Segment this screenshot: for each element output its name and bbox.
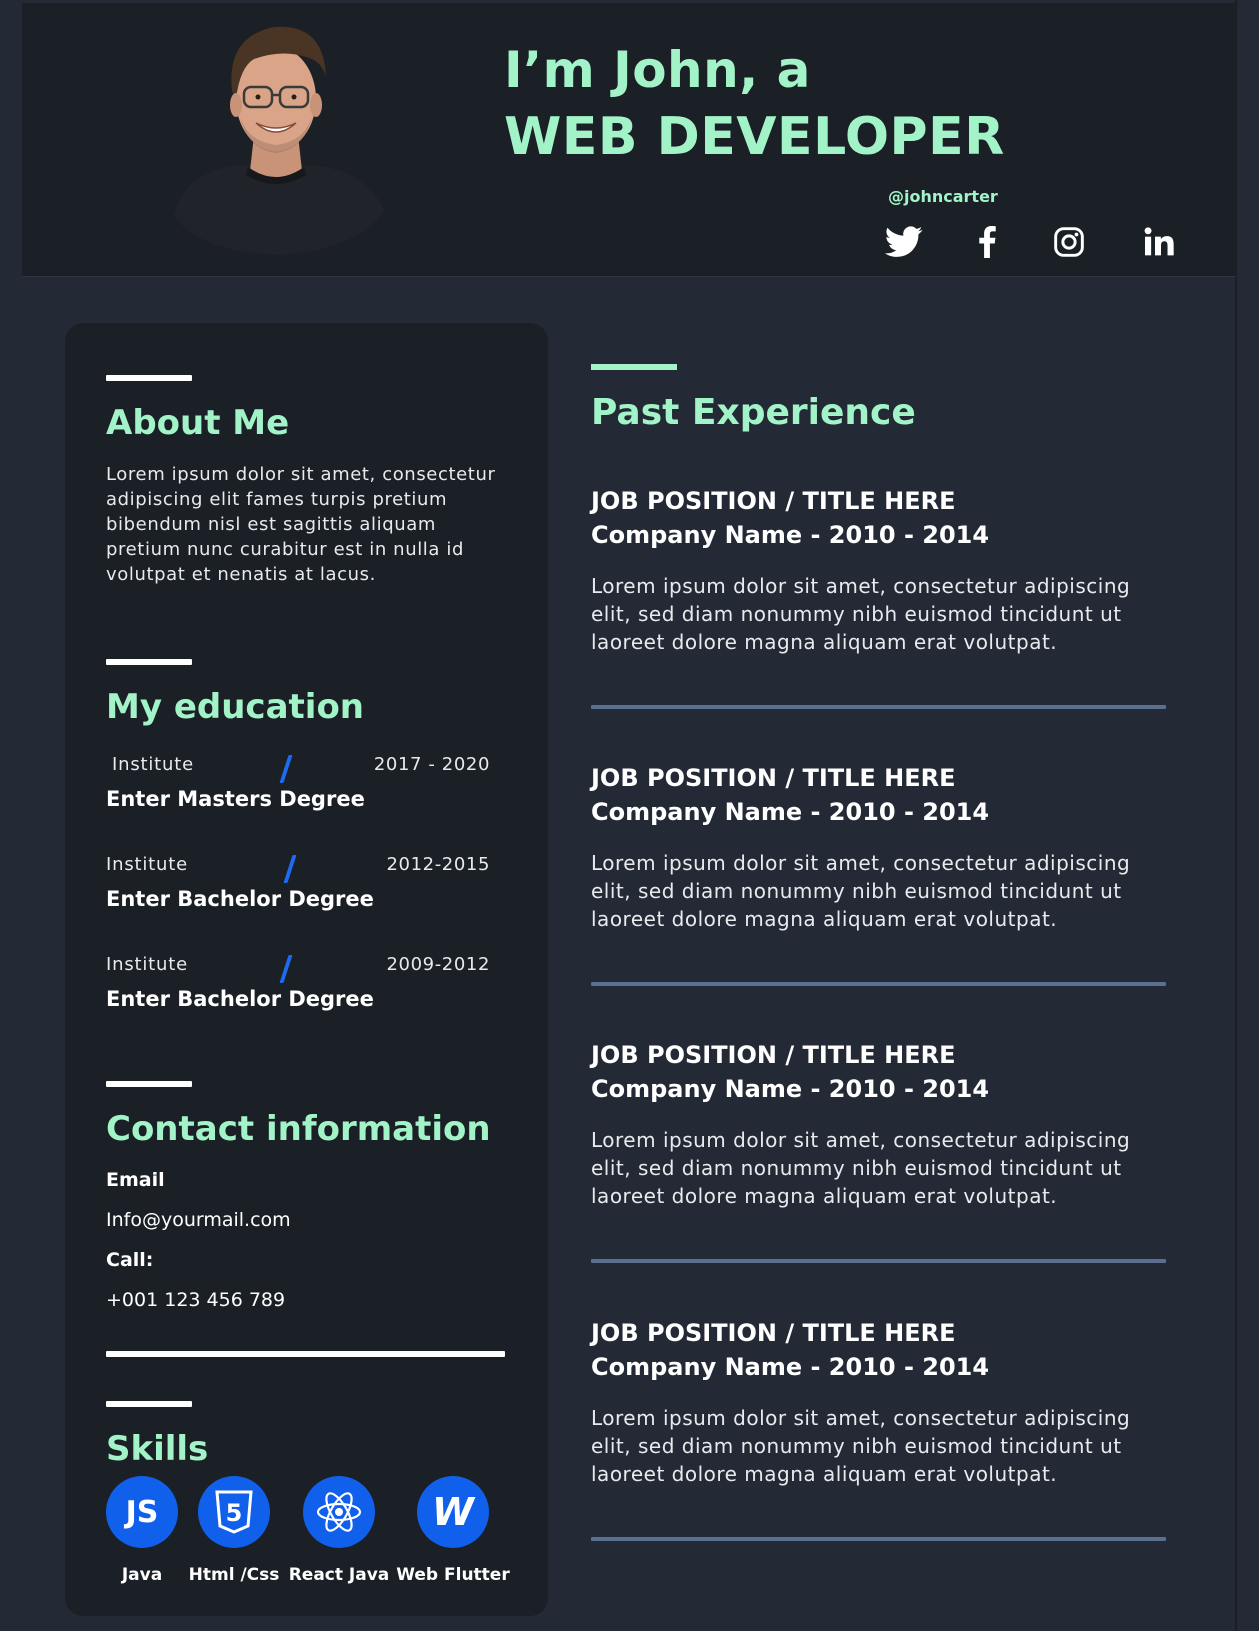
javascript-icon: JS xyxy=(106,1476,178,1548)
skill-label: Html /Css xyxy=(188,1565,280,1585)
contact-accent-bar xyxy=(106,1081,192,1087)
job-entry: JOB POSITION / TITLE HERE Company Name -… xyxy=(591,484,1171,656)
skill-label: Web Flutter xyxy=(396,1565,510,1585)
education-separator xyxy=(283,855,297,883)
instagram-icon[interactable] xyxy=(1048,221,1090,263)
education-degree: Enter Masters Degree xyxy=(106,787,365,811)
job-company: Company Name - 2010 - 2014 xyxy=(591,1075,990,1103)
about-text: Lorem ipsum dolor sit amet, consectetur … xyxy=(106,464,496,585)
job-title: JOB POSITION / TITLE HERE xyxy=(591,764,956,792)
education-years: 2012-2015 xyxy=(386,854,490,875)
education-institute: Institute xyxy=(106,954,188,975)
react-icon xyxy=(303,1476,375,1548)
job-description: Lorem ipsum dolor sit amet, consectetur … xyxy=(591,851,1131,931)
education-separator xyxy=(279,955,293,983)
education-years: 2009-2012 xyxy=(386,954,490,975)
job-company: Company Name - 2010 - 2014 xyxy=(591,1353,990,1381)
job-divider xyxy=(591,982,1166,986)
call-label: Call: xyxy=(106,1249,154,1271)
education-title: My education xyxy=(106,687,365,727)
job-description: Lorem ipsum dolor sit amet, consectetur … xyxy=(591,1406,1131,1486)
email-value[interactable]: Info@yourmail.com xyxy=(106,1209,291,1231)
html5-icon: 5 xyxy=(198,1476,270,1548)
hero-role: WEB DEVELOPER xyxy=(504,107,1005,167)
job-description: Lorem ipsum dolor sit amet, consectetur … xyxy=(591,1128,1131,1208)
job-divider xyxy=(591,1259,1166,1263)
job-divider xyxy=(591,1537,1166,1541)
contact-divider xyxy=(106,1351,505,1357)
education-degree: Enter Bachelor Degree xyxy=(106,887,374,911)
education-years: 2017 - 2020 xyxy=(373,754,490,775)
webflow-icon: W xyxy=(417,1476,489,1548)
resume-page: I’m John, a WEB DEVELOPER @johncarter Ab… xyxy=(0,0,1259,1631)
education-accent-bar xyxy=(106,659,192,665)
job-entry: JOB POSITION / TITLE HERE Company Name -… xyxy=(591,1316,1171,1488)
email-label: Email xyxy=(106,1169,165,1191)
sidebar-card: About Me Lorem ipsum dolor sit amet, con… xyxy=(65,323,548,1616)
svg-text:5: 5 xyxy=(226,1499,243,1527)
job-entry: JOB POSITION / TITLE HERE Company Name -… xyxy=(591,1038,1171,1210)
experience-title: Past Experience xyxy=(591,392,916,433)
hero-greeting: I’m John, a xyxy=(504,41,811,99)
job-title: JOB POSITION / TITLE HERE xyxy=(591,487,956,515)
education-institute: Institute xyxy=(106,854,188,875)
facebook-icon[interactable] xyxy=(966,221,1008,263)
linkedin-icon[interactable] xyxy=(1138,221,1180,263)
about-title: About Me xyxy=(106,403,290,443)
skills-title: Skills xyxy=(106,1429,209,1469)
job-title: JOB POSITION / TITLE HERE xyxy=(591,1041,956,1069)
skill-label: React Java xyxy=(288,1565,390,1585)
education-degree: Enter Bachelor Degree xyxy=(106,987,374,1011)
job-description: Lorem ipsum dolor sit amet, consectetur … xyxy=(591,574,1131,654)
job-divider xyxy=(591,705,1166,709)
job-title: JOB POSITION / TITLE HERE xyxy=(591,1319,956,1347)
phone-value[interactable]: +001 123 456 789 xyxy=(106,1289,285,1311)
job-company: Company Name - 2010 - 2014 xyxy=(591,521,990,549)
social-handle[interactable]: @johncarter xyxy=(888,187,998,206)
education-separator xyxy=(279,755,293,783)
twitter-icon[interactable] xyxy=(883,221,925,263)
avatar xyxy=(156,15,396,255)
experience-accent-bar xyxy=(591,364,677,370)
header: I’m John, a WEB DEVELOPER @johncarter xyxy=(22,3,1236,277)
about-accent-bar xyxy=(106,375,192,381)
skill-label: Java xyxy=(121,1565,163,1585)
job-company: Company Name - 2010 - 2014 xyxy=(591,798,990,826)
education-institute: Institute xyxy=(112,754,194,775)
skills-accent-bar xyxy=(106,1401,192,1407)
contact-title: Contact information xyxy=(106,1109,491,1149)
job-entry: JOB POSITION / TITLE HERE Company Name -… xyxy=(591,761,1171,933)
